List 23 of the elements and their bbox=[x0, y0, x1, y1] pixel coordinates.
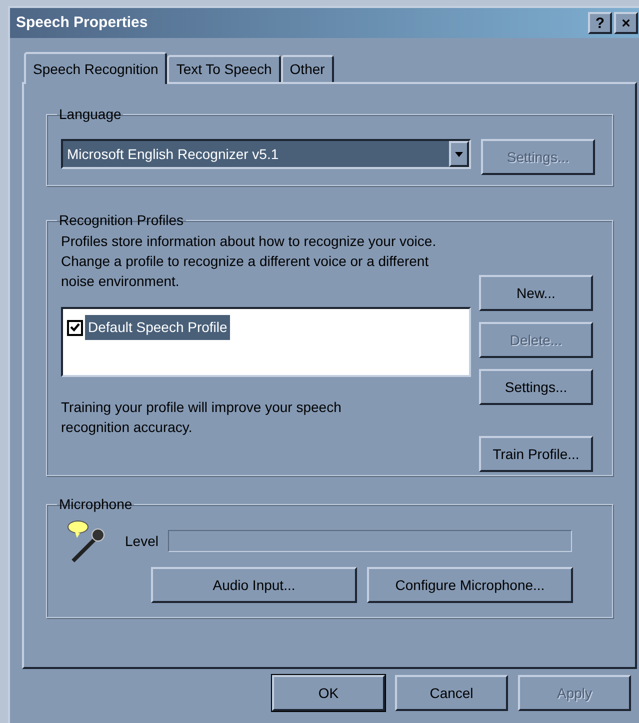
audio-input-button[interactable]: Audio Input... bbox=[151, 567, 357, 603]
training-description: Training your profile will improve your speech recognition accuracy. bbox=[61, 398, 342, 437]
language-dropdown[interactable]: Microsoft English Recognizer v5.1 bbox=[61, 139, 471, 169]
group-label: Microphone bbox=[58, 495, 134, 514]
close-button[interactable]: × bbox=[614, 12, 638, 34]
configure-microphone-button[interactable]: Configure Microphone... bbox=[367, 567, 573, 603]
profile-button[interactable]: Settings... bbox=[479, 369, 593, 405]
profile-item[interactable]: Default Speech Profile bbox=[85, 315, 230, 340]
profile-button[interactable]: New... bbox=[479, 275, 593, 311]
dialog-button[interactable]: Cancel bbox=[395, 675, 508, 711]
profiles-description: Profiles store information about how to recognize your voice. Change a profile to recognize a different voice or a different noise environment. bbox=[61, 232, 438, 291]
help-button[interactable]: ? bbox=[588, 12, 612, 34]
window-title: Speech Properties bbox=[16, 12, 148, 33]
train-profile-button[interactable]: Train Profile... bbox=[479, 436, 593, 472]
group-label: Recognition Profiles bbox=[58, 211, 185, 230]
dialog-button[interactable]: OK bbox=[272, 675, 385, 711]
tab[interactable]: Text To Speech bbox=[167, 55, 281, 82]
level-label: Level bbox=[125, 532, 158, 550]
tab[interactable]: Speech Recognition bbox=[24, 52, 168, 84]
dropdown-value: Microsoft English Recognizer v5.1 bbox=[66, 144, 280, 164]
tab[interactable]: Other bbox=[280, 55, 334, 82]
group-label: Language bbox=[58, 105, 122, 124]
checkbox[interactable] bbox=[67, 320, 83, 336]
